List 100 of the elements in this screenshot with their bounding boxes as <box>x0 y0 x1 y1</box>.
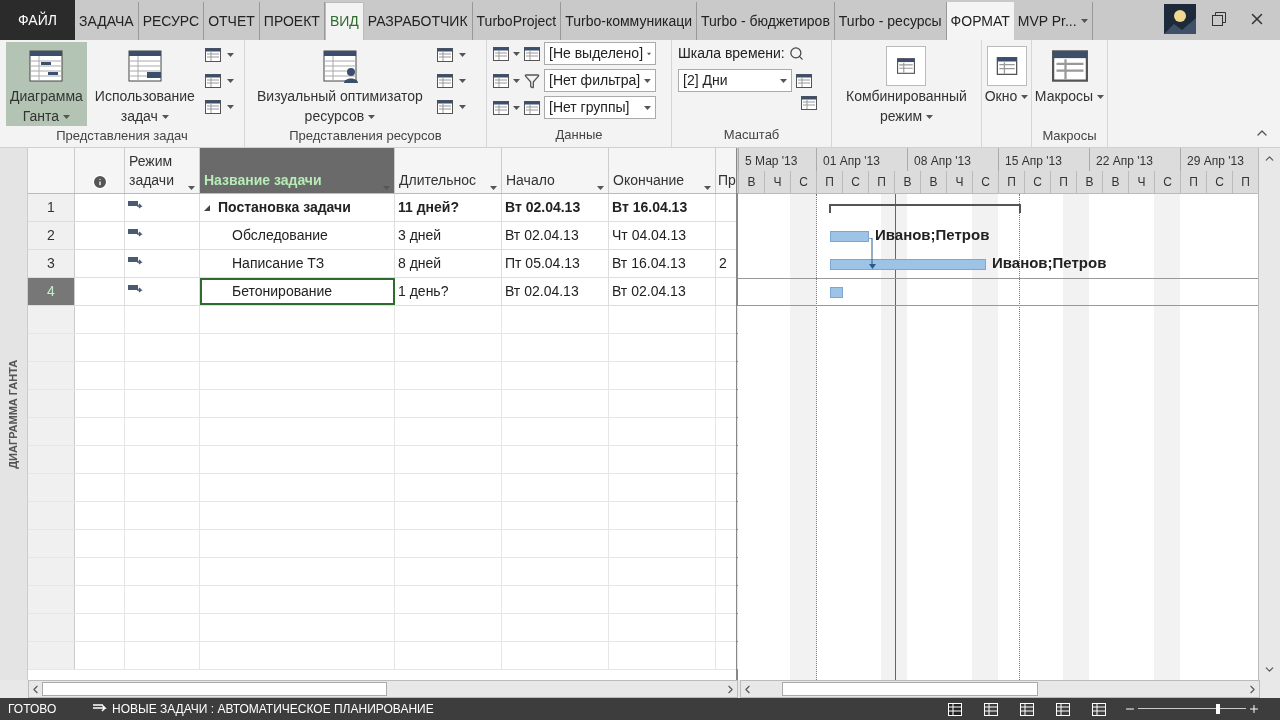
start-cell: Пт 05.04.13 <box>502 250 609 277</box>
day-label: Ч <box>764 170 790 193</box>
table-icon <box>493 46 509 61</box>
start-cell: Вт 02.04.13 <box>502 222 609 249</box>
caret-icon <box>644 105 651 110</box>
finish-cell: Чт 04.04.13 <box>609 222 716 249</box>
day-label: В <box>1102 170 1128 193</box>
caret-icon <box>513 51 520 56</box>
duration-cell: 8 дней <box>395 250 502 277</box>
auto-scheduled-icon <box>128 256 144 266</box>
day-label: В <box>920 170 946 193</box>
task-name-cell[interactable]: Постановка задачи <box>200 194 395 221</box>
week-label: 22 Апр '13 <box>1089 148 1180 171</box>
highlight-field[interactable]: [Не выделено] <box>544 42 656 65</box>
info-icon <box>91 174 108 190</box>
day-label: Ч <box>946 170 972 193</box>
caret-icon <box>704 186 711 190</box>
caret-icon <box>647 51 651 56</box>
caret-icon <box>226 53 234 57</box>
zoom-slider-thumb[interactable] <box>1216 704 1220 714</box>
outline-button[interactable] <box>493 73 520 88</box>
column-header[interactable]: Пр <box>716 148 738 193</box>
row-number[interactable]: 1 <box>28 194 75 221</box>
day-label: С <box>972 170 998 193</box>
auto-scheduled-icon <box>128 284 144 294</box>
column-header[interactable]: Название задачи <box>200 148 395 193</box>
restore-icon[interactable] <box>1212 12 1226 26</box>
week-label: 5 Мар '13 <box>738 148 816 171</box>
filter-field[interactable]: [Нет фильтра] <box>544 69 656 92</box>
caret-icon <box>161 115 169 120</box>
day-label: С <box>1154 170 1180 193</box>
macros-button[interactable]: Макросы <box>1030 42 1109 126</box>
day-label: В <box>738 170 764 193</box>
filter-icon <box>524 72 540 89</box>
summary-bar[interactable] <box>829 204 1021 213</box>
caret-icon <box>513 78 520 83</box>
group-label: Масштаб <box>723 126 780 144</box>
zoom-in-icon[interactable] <box>1248 703 1260 715</box>
finish-cell: Вт 16.04.13 <box>609 194 716 221</box>
row-number[interactable]: 3 <box>28 250 75 277</box>
auto-scheduled-icon <box>128 228 144 238</box>
day-label: П <box>998 170 1024 193</box>
day-label: С <box>842 170 868 193</box>
week-label: 01 Апр '13 <box>816 148 907 171</box>
task-name-cell[interactable]: Написание ТЗ <box>200 250 395 277</box>
duration-cell: 11 дней? <box>395 194 502 221</box>
task-name-cell[interactable]: Бетонирование <box>200 278 395 305</box>
caret-icon <box>1080 19 1088 23</box>
column-header[interactable]: Длительнос <box>395 148 502 193</box>
day-label: Ч <box>1128 170 1154 193</box>
day-label: С <box>1206 170 1232 193</box>
predecessors-cell-text: 2 <box>718 254 728 273</box>
group-label: Представления задач <box>56 127 188 145</box>
table-icon <box>493 100 509 115</box>
window-button[interactable]: Окно <box>980 42 1033 126</box>
ribbon-tab[interactable]: ФОРМАТ <box>946 2 1014 40</box>
caret-icon <box>644 78 651 83</box>
gantt-chart-button[interactable]: Диаграмма Ганта <box>6 42 87 126</box>
group-label: Данные <box>555 126 603 144</box>
caret-icon <box>63 115 71 120</box>
column-header[interactable]: Окончание <box>609 148 716 193</box>
column-header[interactable]: Начало <box>502 148 609 193</box>
sort-button[interactable] <box>493 46 520 61</box>
ribbon-tab[interactable]: ВИД <box>324 2 364 40</box>
table-horizontal-scrollbar[interactable] <box>28 680 738 698</box>
timescale-field[interactable]: [2] Дни <box>678 69 792 92</box>
row-number[interactable]: 2 <box>28 222 75 249</box>
week-label: 08 Апр '13 <box>907 148 998 171</box>
day-label: С <box>1024 170 1050 193</box>
finish-cell: Вт 16.04.13 <box>609 250 716 277</box>
vertical-scrollbar[interactable] <box>1258 148 1280 680</box>
search-icon[interactable] <box>788 46 804 61</box>
caret-icon <box>226 79 234 83</box>
task-name-cell[interactable]: Обследование <box>200 222 395 249</box>
start-cell: Вт 02.04.13 <box>502 194 609 221</box>
caret-icon <box>780 78 787 83</box>
caret-icon <box>458 105 466 109</box>
tables-button[interactable] <box>493 100 520 115</box>
split-view-button[interactable]: Комбинированный режим <box>842 42 971 126</box>
new-tasks-mode[interactable]: НОВЫЕ ЗАДАЧИ : АВТОМАТИЧЕСКОЕ ПЛАНИРОВАНИЕ <box>112 700 434 718</box>
table-icon <box>436 100 453 114</box>
table-icon <box>204 74 221 88</box>
caret-icon <box>513 105 520 110</box>
table-icon <box>436 74 453 88</box>
team-planner-button[interactable]: Визуальный оптимизатор ресурсов <box>253 42 427 126</box>
day-label: В <box>894 170 920 193</box>
table-icon <box>493 73 509 88</box>
caret-icon <box>1021 95 1029 100</box>
table-icon <box>204 48 221 62</box>
timescale-label: Шкала времени: <box>678 44 785 63</box>
group-field[interactable]: [Нет группы] <box>544 96 656 119</box>
table-icon <box>436 48 453 62</box>
row-number[interactable]: 4 <box>28 278 75 305</box>
ribbon-tab[interactable]: ФАЙЛ <box>0 0 75 40</box>
task-usage-button[interactable]: Использование задач <box>90 42 199 126</box>
day-label: П <box>868 170 894 193</box>
view-bar-label: ДИАГРАММА ГАНТА <box>6 359 21 469</box>
caret-icon <box>926 115 934 120</box>
gantt-chart-icon <box>28 48 65 84</box>
chart-horizontal-scrollbar[interactable] <box>740 680 1260 698</box>
